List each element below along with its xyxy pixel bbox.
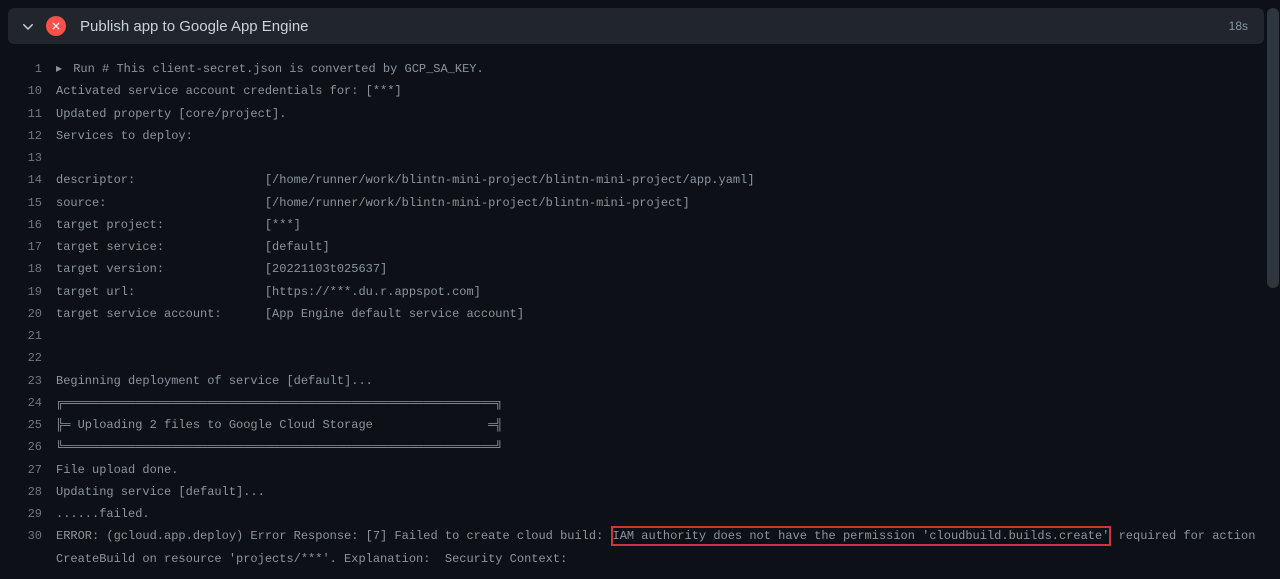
log-text: source: [/home/runner/work/blintn-mini-p… xyxy=(56,192,1280,214)
log-line: 13 xyxy=(0,147,1280,169)
log-line: 28Updating service [default]... xyxy=(0,481,1280,503)
chevron-down-icon xyxy=(20,18,36,34)
log-line: 1▸ Run # This client-secret.json is conv… xyxy=(0,58,1280,80)
fold-arrow-icon[interactable]: ▸ xyxy=(56,62,69,76)
scrollbar[interactable] xyxy=(1266,8,1280,579)
scrollbar-thumb[interactable] xyxy=(1267,8,1279,288)
line-number: 24 xyxy=(0,392,56,414)
log-line-error: 30ERROR: (gcloud.app.deploy) Error Respo… xyxy=(0,525,1280,570)
log-line: 18target version: [20221103t025637] xyxy=(0,258,1280,280)
log-line: 19target url: [https://***.du.r.appspot.… xyxy=(0,281,1280,303)
status-failed-icon xyxy=(46,16,66,36)
log-text: target url: [https://***.du.r.appspot.co… xyxy=(56,281,1280,303)
line-number: 25 xyxy=(0,414,56,436)
log-line: 29......failed. xyxy=(0,503,1280,525)
line-number: 23 xyxy=(0,370,56,392)
log-text: ▸ Run # This client-secret.json is conve… xyxy=(56,58,1280,80)
log-output: 1▸ Run # This client-secret.json is conv… xyxy=(0,52,1280,576)
log-text: Activated service account credentials fo… xyxy=(56,80,1280,102)
log-text: descriptor: [/home/runner/work/blintn-mi… xyxy=(56,169,1280,191)
log-line: 14descriptor: [/home/runner/work/blintn-… xyxy=(0,169,1280,191)
log-text: ╔═══════════════════════════════════════… xyxy=(56,392,1280,414)
log-text: Services to deploy: xyxy=(56,125,1280,147)
log-line: 26╚═════════════════════════════════════… xyxy=(0,436,1280,458)
log-text xyxy=(56,325,1280,347)
line-number: 16 xyxy=(0,214,56,236)
log-text: Updated property [core/project]. xyxy=(56,103,1280,125)
line-number: 21 xyxy=(0,325,56,347)
line-number: 18 xyxy=(0,258,56,280)
log-text: target service: [default] xyxy=(56,236,1280,258)
log-text: target version: [20221103t025637] xyxy=(56,258,1280,280)
step-header[interactable]: Publish app to Google App Engine 18s xyxy=(8,8,1264,44)
line-number: 20 xyxy=(0,303,56,325)
log-text xyxy=(56,147,1280,169)
log-line: 12Services to deploy: xyxy=(0,125,1280,147)
line-number: 30 xyxy=(0,525,56,570)
line-number: 19 xyxy=(0,281,56,303)
line-number: 22 xyxy=(0,347,56,369)
log-line: 17target service: [default] xyxy=(0,236,1280,258)
line-number: 10 xyxy=(0,80,56,102)
step-duration: 18s xyxy=(1229,19,1252,33)
line-number: 1 xyxy=(0,58,56,80)
line-number: 28 xyxy=(0,481,56,503)
log-line: 23Beginning deployment of service [defau… xyxy=(0,370,1280,392)
line-number: 26 xyxy=(0,436,56,458)
log-text: File upload done. xyxy=(56,459,1280,481)
log-line: 27File upload done. xyxy=(0,459,1280,481)
log-text: target project: [***] xyxy=(56,214,1280,236)
line-number: 13 xyxy=(0,147,56,169)
line-number: 29 xyxy=(0,503,56,525)
log-text: Updating service [default]... xyxy=(56,481,1280,503)
log-line: 22 xyxy=(0,347,1280,369)
error-highlight: IAM authority does not have the permissi… xyxy=(611,526,1112,546)
line-number: 17 xyxy=(0,236,56,258)
log-line: 15source: [/home/runner/work/blintn-mini… xyxy=(0,192,1280,214)
line-number: 15 xyxy=(0,192,56,214)
log-line: 24╔═════════════════════════════════════… xyxy=(0,392,1280,414)
log-text: Beginning deployment of service [default… xyxy=(56,370,1280,392)
step-title: Publish app to Google App Engine xyxy=(80,18,1229,35)
log-line: 10Activated service account credentials … xyxy=(0,80,1280,102)
log-line: 25╠═ Uploading 2 files to Google Cloud S… xyxy=(0,414,1280,436)
log-text: target service account: [App Engine defa… xyxy=(56,303,1280,325)
log-text: ╠═ Uploading 2 files to Google Cloud Sto… xyxy=(56,414,1280,436)
log-text xyxy=(56,347,1280,369)
line-number: 12 xyxy=(0,125,56,147)
line-number: 11 xyxy=(0,103,56,125)
log-line: 11Updated property [core/project]. xyxy=(0,103,1280,125)
line-number: 27 xyxy=(0,459,56,481)
log-text: ERROR: (gcloud.app.deploy) Error Respons… xyxy=(56,525,1280,570)
log-text: ╚═══════════════════════════════════════… xyxy=(56,436,1280,458)
log-line: 16target project: [***] xyxy=(0,214,1280,236)
log-line: 20target service account: [App Engine de… xyxy=(0,303,1280,325)
log-line: 21 xyxy=(0,325,1280,347)
log-text: ......failed. xyxy=(56,503,1280,525)
line-number: 14 xyxy=(0,169,56,191)
